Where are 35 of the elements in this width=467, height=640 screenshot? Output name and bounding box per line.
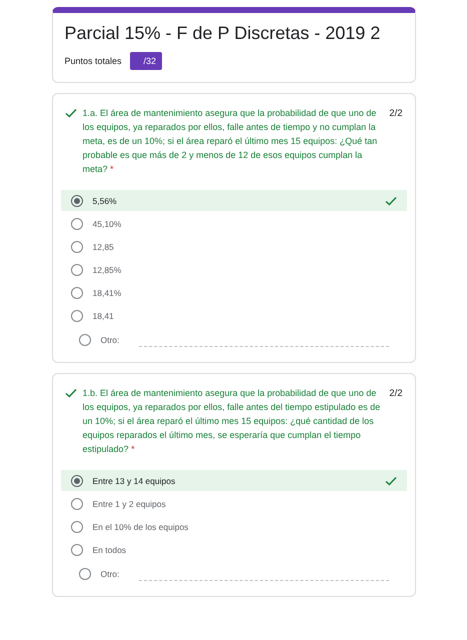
option-label: 12,85 bbox=[92, 242, 115, 252]
radio-button[interactable] bbox=[70, 264, 82, 276]
option-label: 12,85% bbox=[92, 264, 122, 274]
radio-button[interactable] bbox=[78, 568, 90, 580]
radio-button[interactable] bbox=[70, 194, 82, 206]
option-label: Entre 13 y 14 equipos bbox=[92, 476, 176, 486]
points-badge: /32 bbox=[130, 52, 162, 70]
radio-button[interactable] bbox=[70, 544, 82, 556]
check-icon bbox=[64, 108, 76, 118]
radio-button[interactable] bbox=[70, 520, 82, 532]
option-label: Otro: bbox=[100, 335, 120, 345]
radio-button[interactable] bbox=[70, 240, 82, 252]
correct-check-icon bbox=[384, 476, 396, 486]
radio-button[interactable] bbox=[70, 218, 82, 230]
check-icon bbox=[64, 388, 76, 398]
option-label: 18,41 bbox=[92, 310, 115, 320]
option-label: Entre 1 y 2 equipos bbox=[92, 498, 167, 508]
option-label: 5,56% bbox=[92, 196, 118, 206]
question-score: 2/2 bbox=[389, 107, 402, 121]
radio-button[interactable] bbox=[70, 286, 82, 298]
correct-check-icon bbox=[384, 196, 396, 206]
question-score: 2/2 bbox=[389, 387, 402, 401]
points-label: Puntos totales bbox=[64, 56, 122, 66]
option-label: 45,10% bbox=[92, 218, 122, 228]
radio-button[interactable] bbox=[70, 498, 82, 510]
radio-button[interactable] bbox=[78, 334, 90, 346]
option-label: Otro: bbox=[100, 569, 120, 579]
option-label: En el 10% de los equipos bbox=[92, 522, 190, 532]
form-title: Parcial 15% - F de P Discretas - 2019 2 bbox=[64, 23, 382, 44]
option-label: En todos bbox=[92, 544, 128, 554]
question-text: 1.a. El área de mantenimiento asegura que la probabilidad de que uno de los equipos, ya reparados por ellos, falle antes de tiempo y no cumplan la meta, es de un 10%; si el área reparó el último mes 15 equipos: ¿Qué tan probable es que más de 2 y menos de 12 de esos equipos cumplan la meta? * bbox=[82, 107, 378, 176]
option-label: 18,41% bbox=[92, 288, 122, 298]
radio-button[interactable] bbox=[70, 310, 82, 322]
radio-button[interactable] bbox=[70, 474, 82, 486]
question-text: 1.b. El área de mantenimiento asegura que la probabilidad de que uno de los equipos, ya reparados por ellos, falle antes del tiempo estipulado es de un 10%; si el área reparó el último mes 15 equipos: ¿qué cantidad de los equipos reparados el último mes, se esperaría que cumplan el tiempo estipulado? * bbox=[82, 387, 382, 456]
